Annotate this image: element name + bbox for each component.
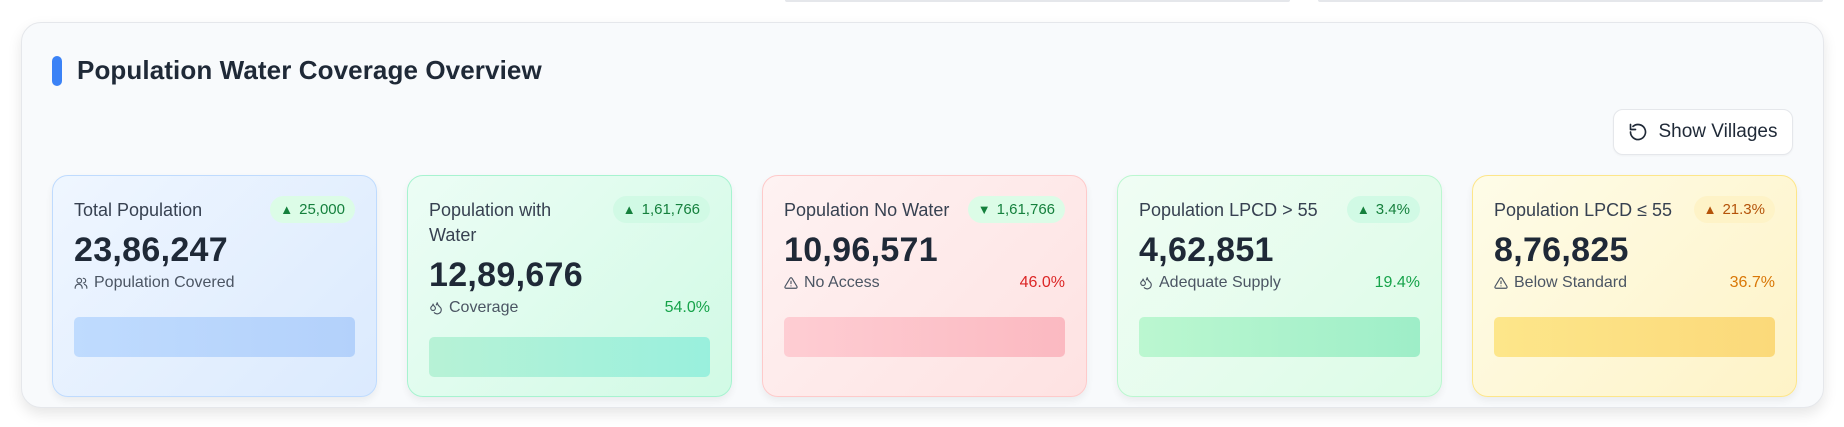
card-value: 4,62,851 (1139, 231, 1274, 269)
trend-value: 3.4% (1375, 201, 1410, 218)
stat-cards: Total Population ▲ 25,000 23,86,247 Popu… (52, 175, 1797, 397)
users-icon (74, 277, 88, 289)
trend-badge: ▲ 3.4% (1346, 196, 1420, 223)
trend-value: 1,61,766 (641, 201, 700, 218)
card-progress-bar (429, 337, 710, 377)
card-label: Population LPCD ≤ 55 (1494, 200, 1672, 220)
card-sub-label: Coverage (449, 299, 519, 316)
card-label: Population with Water (429, 200, 552, 245)
card-population-with-water: Population with Water ▲ 1,61,766 12,89,6… (407, 175, 732, 397)
card-progress-bar (1494, 317, 1775, 357)
title-accent-bar (52, 55, 62, 86)
trend-value: 25,000 (299, 201, 345, 218)
top-divider-right (1318, 0, 1823, 2)
card-label: Population No Water (784, 200, 950, 220)
card-percent: 46.0% (1019, 274, 1065, 291)
card-value: 8,76,825 (1494, 231, 1629, 269)
alert-triangle-icon (784, 277, 798, 289)
droplets-icon (1140, 277, 1152, 290)
card-sub-label: Adequate Supply (1159, 274, 1281, 291)
card-percent: 36.7% (1729, 274, 1775, 291)
card-label: Total Population (74, 200, 203, 220)
section-title: Population Water Coverage Overview (77, 55, 542, 85)
card-percent: 54.0% (664, 299, 710, 316)
card-sub-label: Population Covered (94, 274, 235, 291)
trend-badge: ▼ 1,61,766 (967, 196, 1065, 223)
droplets-icon (430, 302, 442, 315)
arrow-up-icon: ▲ (1703, 202, 1717, 217)
top-divider-left (785, 0, 1290, 2)
card-population-lpcd-above-55: Population LPCD > 55 ▲ 3.4% 4,62,851 Ade… (1117, 175, 1442, 397)
card-progress-bar (784, 317, 1065, 357)
card-progress-bar (1139, 317, 1420, 357)
card-population-no-water: Population No Water ▼ 1,61,766 10,96,571… (762, 175, 1087, 397)
card-progress-bar (74, 317, 355, 357)
card-value: 12,89,676 (429, 256, 583, 294)
section-header: Population Water Coverage Overview (52, 55, 542, 86)
card-percent: 19.4% (1374, 274, 1420, 291)
card-population-lpcd-below-55: Population LPCD ≤ 55 ▲ 21.3% 8,76,825 Be… (1472, 175, 1797, 397)
show-villages-label: Show Villages (1658, 121, 1778, 142)
alert-triangle-icon (1494, 277, 1508, 289)
show-villages-button[interactable]: Show Villages (1613, 109, 1793, 155)
card-sub-label: No Access (804, 274, 880, 291)
population-water-coverage-panel: Population Water Coverage Overview Show … (21, 22, 1824, 408)
card-value: 10,96,571 (784, 231, 938, 269)
arrow-up-icon: ▲ (1356, 202, 1370, 217)
card-total-population: Total Population ▲ 25,000 23,86,247 Popu… (52, 175, 377, 397)
trend-badge: ▲ 1,61,766 (612, 196, 710, 223)
refresh-icon (1630, 123, 1647, 141)
arrow-up-icon: ▲ (622, 202, 636, 217)
trend-badge: ▲ 21.3% (1693, 196, 1775, 223)
arrow-up-icon: ▲ (280, 202, 294, 217)
trend-badge: ▲ 25,000 (270, 196, 355, 223)
card-label: Population LPCD > 55 (1139, 200, 1318, 220)
card-sub-label: Below Standard (1514, 274, 1627, 291)
card-value: 23,86,247 (74, 231, 228, 269)
arrow-down-icon: ▼ (977, 202, 991, 217)
trend-value: 1,61,766 (996, 201, 1055, 218)
trend-value: 21.3% (1722, 201, 1765, 218)
